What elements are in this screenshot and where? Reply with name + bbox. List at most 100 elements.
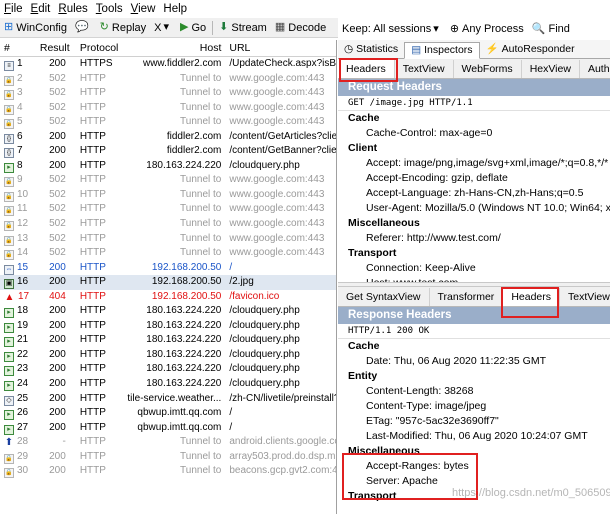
tab-statistics[interactable]: ◷ Statistics [338,41,404,58]
header-item[interactable]: User-Agent: Mozilla/5.0 (Windows NT 10.0… [338,201,610,216]
lock-icon: 🔒 [4,119,14,130]
column-id[interactable]: # [0,40,40,56]
session-url: /cloudquery.php [229,378,300,390]
header-item[interactable]: Accept-Language: zh-Hans-CN,zh-Hans;q=0.… [338,186,610,201]
go-button[interactable]: ▶ Go [176,18,210,37]
header-group-client[interactable]: Client [338,141,610,156]
decode-button[interactable]: ▦ Decode [271,18,330,37]
response-tab-textview[interactable]: TextView [560,288,610,306]
session-row[interactable]: 🔒 5 502 HTTP Tunnel to www.google.com:443 [0,115,336,130]
session-id-text: 7 [17,145,23,157]
json-icon: {} [4,148,14,159]
session-id: ▸ 24 [0,377,40,392]
session-row[interactable]: 🔒 30 200 HTTP Tunnel to beacons.gcp.gvt2.com:… [0,464,336,479]
session-id-text: 13 [17,232,29,244]
keep-sessions-dropdown[interactable]: Keep: All sessions ▾ [338,19,446,39]
tab-autoresponder[interactable]: ⚡ AutoResponder [480,41,581,58]
session-row[interactable]: ≡ 1 200 HTTPS www.fiddler2.com/UpdateCheck.a… [0,57,336,72]
request-tab-webforms[interactable]: WebForms [454,60,522,78]
menu-tools[interactable]: Tools [92,0,127,18]
session-row[interactable]: ▲ 17 404 HTTP 192.168.200.50/favicon.ico [0,290,336,305]
menu-rules[interactable]: Rules [54,0,91,18]
session-url: www.google.com:443 [229,188,325,200]
session-row[interactable]: ◇ 25 200 HTTP tile-service.weather... /zh-CN/… [0,392,336,407]
session-result: 200 [49,407,66,419]
session-row[interactable]: ▸ 19 200 HTTP 180.163.224.220/cloudquery.php [0,319,336,334]
comment-icon: 💬 [74,21,89,33]
request-tab-auth[interactable]: Auth [580,60,610,78]
session-result: - [62,436,66,448]
response-tab-get-syntaxview[interactable]: Get SyntaxView [338,288,430,306]
session-row[interactable]: {} 7 200 HTTP fiddler2.com/content/GetBanner… [0,144,336,159]
session-row[interactable]: ▸ 24 200 HTTP 180.163.224.220/cloudquery.php [0,377,336,392]
session-host: Tunnel to [180,174,222,186]
winconfig-button[interactable]: ⊞ WinConfig [0,18,71,37]
session-row[interactable]: 🔒 12 502 HTTP Tunnel to www.google.com:443 [0,217,336,232]
menu-help[interactable]: Help [159,0,191,18]
header-item[interactable]: Connection: Keep-Alive [338,261,610,276]
response-tab-headers[interactable]: Headers [503,288,561,306]
header-item[interactable]: Accept: image/png,image/svg+xml,image/*;… [338,156,610,171]
header-item[interactable]: Last-Modified: Thu, 06 Aug 2020 10:24:07… [338,429,610,444]
remove-button[interactable]: X ▾ [150,18,176,37]
session-id-text: 28 [17,436,29,448]
header-group-cache[interactable]: Cache [338,339,610,354]
session-row[interactable]: ⇔ 15 200 HTTP 192.168.200.50 / [0,261,336,276]
comment-button[interactable]: 💬 [71,18,96,37]
session-row[interactable]: 🔒 13 502 HTTP Tunnel to www.google.com:443 [0,232,336,247]
session-row[interactable]: ▸ 18 200 HTTP 180.163.224.220/cloudquery.php [0,304,336,319]
response-tab-transformer[interactable]: Transformer [430,288,504,306]
header-item[interactable]: Date: Thu, 06 Aug 2020 11:22:35 GMT [338,354,610,369]
session-row[interactable]: ▸ 22 200 HTTP 180.163.224.220/cloudquery.php [0,348,336,363]
header-item[interactable]: Content-Type: image/jpeg [338,399,610,414]
session-row[interactable]: {} 6 200 HTTP fiddler2.com/content/GetArticl… [0,130,336,145]
stream-button[interactable]: ⬇ Stream [215,18,271,37]
column-url[interactable]: URL [225,40,336,56]
header-item[interactable]: Referer: http://www.test.com/ [338,231,610,246]
header-group-cache[interactable]: Cache [338,111,610,126]
header-group-entity[interactable]: Entity [338,369,610,384]
header-item[interactable]: ETag: "957c-5ac32e3690ff7" [338,414,610,429]
menu-view[interactable]: View [127,0,160,18]
session-row[interactable]: 🔒 14 502 HTTP Tunnel to www.google.com:443 [0,246,336,261]
session-row[interactable]: 🔒 11 502 HTTP Tunnel to www.google.com:443 [0,202,336,217]
session-id-text: 12 [17,218,29,230]
menu-edit[interactable]: Edit [27,0,55,18]
menu-file[interactable]: File [0,0,27,18]
request-tab-textview[interactable]: TextView [395,60,454,78]
session-row[interactable]: 🔒 2 502 HTTP Tunnel to www.google.com:443 [0,72,336,87]
session-row[interactable]: 🔒 29 200 HTTP Tunnel to array503.prod.do.dsp.… [0,450,336,465]
session-row[interactable]: ▸ 27 200 HTTP qbwup.imtt.qq.com / [0,421,336,436]
session-row[interactable]: 🔒 9 502 HTTP Tunnel to www.google.com:443 [0,173,336,188]
session-host: Tunnel to [180,232,222,244]
request-tab-headers[interactable]: Headers [338,60,395,78]
session-row[interactable]: ▸ 21 200 HTTP 180.163.224.220/cloudquery.php [0,333,336,348]
column-protocol[interactable]: Protocol [72,40,122,56]
any-process-button[interactable]: ⊕ Any Process [446,19,528,39]
column-host[interactable]: Host [122,40,226,56]
column-result[interactable]: Result [40,40,72,56]
header-item[interactable]: Cache-Control: max-age=0 [338,126,610,141]
session-row[interactable]: ▣ 16 200 HTTP 192.168.200.50/2.jpg [0,275,336,290]
doc-icon: ≡ [4,61,14,71]
session-row[interactable]: ▸ 26 200 HTTP qbwup.imtt.qq.com / [0,406,336,421]
header-item[interactable]: Content-Length: 38268 [338,384,610,399]
header-group-miscellaneous[interactable]: Miscellaneous [338,444,610,459]
header-group-miscellaneous[interactable]: Miscellaneous [338,216,610,231]
session-row[interactable]: ⬆ 28 - HTTP Tunnel to android.clients.google.… [0,435,336,450]
session-id-text: 10 [17,188,29,200]
session-row[interactable]: ▸ 23 200 HTTP 180.163.224.220/cloudquery.php [0,362,336,377]
header-item[interactable]: Accept-Encoding: gzip, deflate [338,171,610,186]
session-row[interactable]: 🔒 10 502 HTTP Tunnel to www.google.com:443 [0,188,336,203]
tab-inspectors[interactable]: ▤ Inspectors [404,42,480,59]
header-group-transport[interactable]: Transport [338,246,610,261]
session-protocol: HTTP [79,87,106,99]
find-button[interactable]: 🔍 Find [528,19,574,39]
session-row[interactable]: 🔒 4 502 HTTP Tunnel to www.google.com:443 [0,101,336,116]
replay-button[interactable]: ↻ Replay [96,18,150,37]
session-protocol: HTTP [79,290,106,302]
session-row[interactable]: ▸ 8 200 HTTP 180.163.224.220/cloudquery.php [0,159,336,174]
session-row[interactable]: 🔒 3 502 HTTP Tunnel to www.google.com:443 [0,86,336,101]
request-tab-hexview[interactable]: HexView [522,60,580,78]
header-item[interactable]: Accept-Ranges: bytes [338,459,610,474]
